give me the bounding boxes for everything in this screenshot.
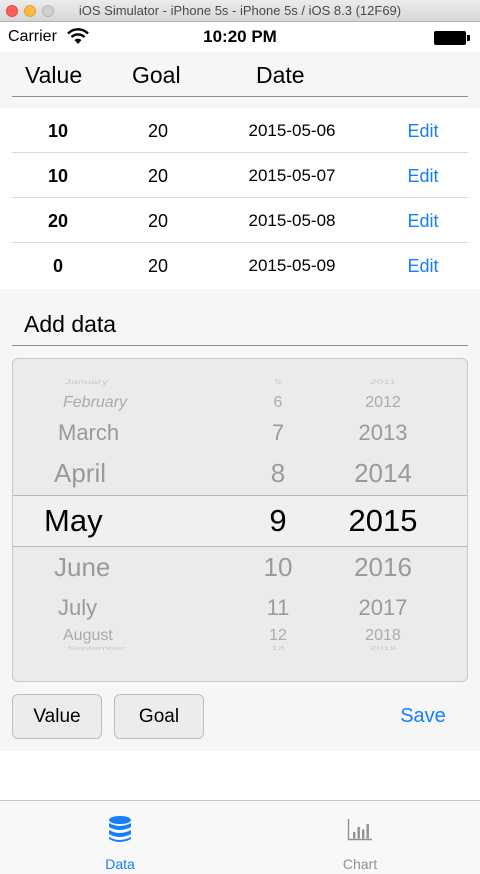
- year-option-selected[interactable]: 2015: [318, 503, 448, 539]
- row-value: 10: [47, 121, 69, 141]
- tab-label-chart: Chart: [342, 856, 378, 872]
- year-option[interactable]: 2013: [318, 420, 448, 446]
- tab-bar: Data Chart: [0, 800, 480, 874]
- tab-chart[interactable]: Chart: [240, 801, 480, 874]
- month-option[interactable]: June: [54, 552, 213, 583]
- table-row: 0 20 2015-05-09 Edit: [0, 243, 480, 288]
- column-header-goal: Goal: [132, 62, 181, 88]
- row-goal: 20: [147, 211, 169, 231]
- row-value: 10: [47, 166, 69, 186]
- year-option[interactable]: 2011: [318, 378, 448, 386]
- status-clock: 10:20 PM: [203, 27, 277, 46]
- row-value: 0: [52, 256, 63, 276]
- edit-button[interactable]: Edit: [395, 121, 451, 142]
- month-option[interactable]: February: [63, 394, 213, 412]
- month-option[interactable]: September: [67, 645, 213, 651]
- edit-button[interactable]: Edit: [395, 256, 451, 277]
- column-header-date: Date: [256, 62, 305, 88]
- year-wheel[interactable]: 2011 2012 2013 2014 2015 2016 2017 2018 …: [318, 359, 448, 681]
- row-date: 2015-05-06: [248, 121, 336, 140]
- row-date: 2015-05-08: [248, 211, 336, 230]
- bar-chart-icon: [347, 819, 372, 841]
- month-option[interactable]: January: [65, 378, 213, 386]
- month-option[interactable]: July: [58, 595, 213, 621]
- simulator-title: iOS Simulator - iPhone 5s - iPhone 5s / …: [78, 3, 402, 18]
- add-data-section: Add data January February March April Ma…: [0, 289, 480, 751]
- status-bar: Carrier 10:20 PM: [0, 22, 480, 52]
- table-row: 10 20 2015-05-07 Edit: [0, 153, 480, 198]
- month-option[interactable]: March: [58, 420, 213, 446]
- simulator-titlebar: iOS Simulator - iPhone 5s - iPhone 5s / …: [0, 0, 480, 22]
- year-option[interactable]: 2012: [318, 394, 448, 412]
- month-option[interactable]: August: [63, 627, 213, 645]
- column-header-value: Value: [25, 62, 83, 88]
- edit-button[interactable]: Edit: [395, 211, 451, 232]
- row-goal: 20: [147, 256, 169, 276]
- table-header: Value Goal Date: [0, 52, 480, 108]
- month-option[interactable]: April: [54, 458, 213, 489]
- date-picker[interactable]: January February March April May June Ju…: [12, 358, 468, 682]
- year-option[interactable]: 2018: [318, 627, 448, 645]
- save-button[interactable]: Save: [380, 705, 466, 728]
- row-date: 2015-05-09: [248, 256, 336, 275]
- table-row: 10 20 2015-05-06 Edit: [0, 108, 480, 153]
- tab-data[interactable]: Data: [0, 801, 240, 874]
- edit-button[interactable]: Edit: [395, 166, 451, 187]
- row-value: 20: [47, 211, 69, 231]
- battery-icon: [434, 31, 470, 45]
- year-option[interactable]: 2016: [318, 552, 448, 583]
- add-data-divider: [12, 345, 468, 346]
- add-data-title: Add data: [24, 311, 117, 337]
- month-option-selected[interactable]: May: [44, 503, 213, 539]
- year-option[interactable]: 2014: [318, 458, 448, 489]
- goal-button[interactable]: Goal: [114, 694, 204, 739]
- row-goal: 20: [147, 121, 169, 141]
- tab-label-data: Data: [105, 856, 135, 872]
- data-table: 10 20 2015-05-06 Edit 10 20 2015-05-07 E…: [0, 108, 480, 289]
- year-option[interactable]: 2017: [318, 595, 448, 621]
- table-row: 20 20 2015-05-08 Edit: [0, 198, 480, 243]
- header-divider: [12, 96, 468, 97]
- database-icon: [109, 816, 131, 842]
- row-date: 2015-05-07: [248, 166, 336, 185]
- year-option[interactable]: 2019: [318, 645, 448, 651]
- month-wheel[interactable]: January February March April May June Ju…: [13, 359, 213, 681]
- value-button[interactable]: Value: [12, 694, 102, 739]
- row-goal: 20: [147, 166, 169, 186]
